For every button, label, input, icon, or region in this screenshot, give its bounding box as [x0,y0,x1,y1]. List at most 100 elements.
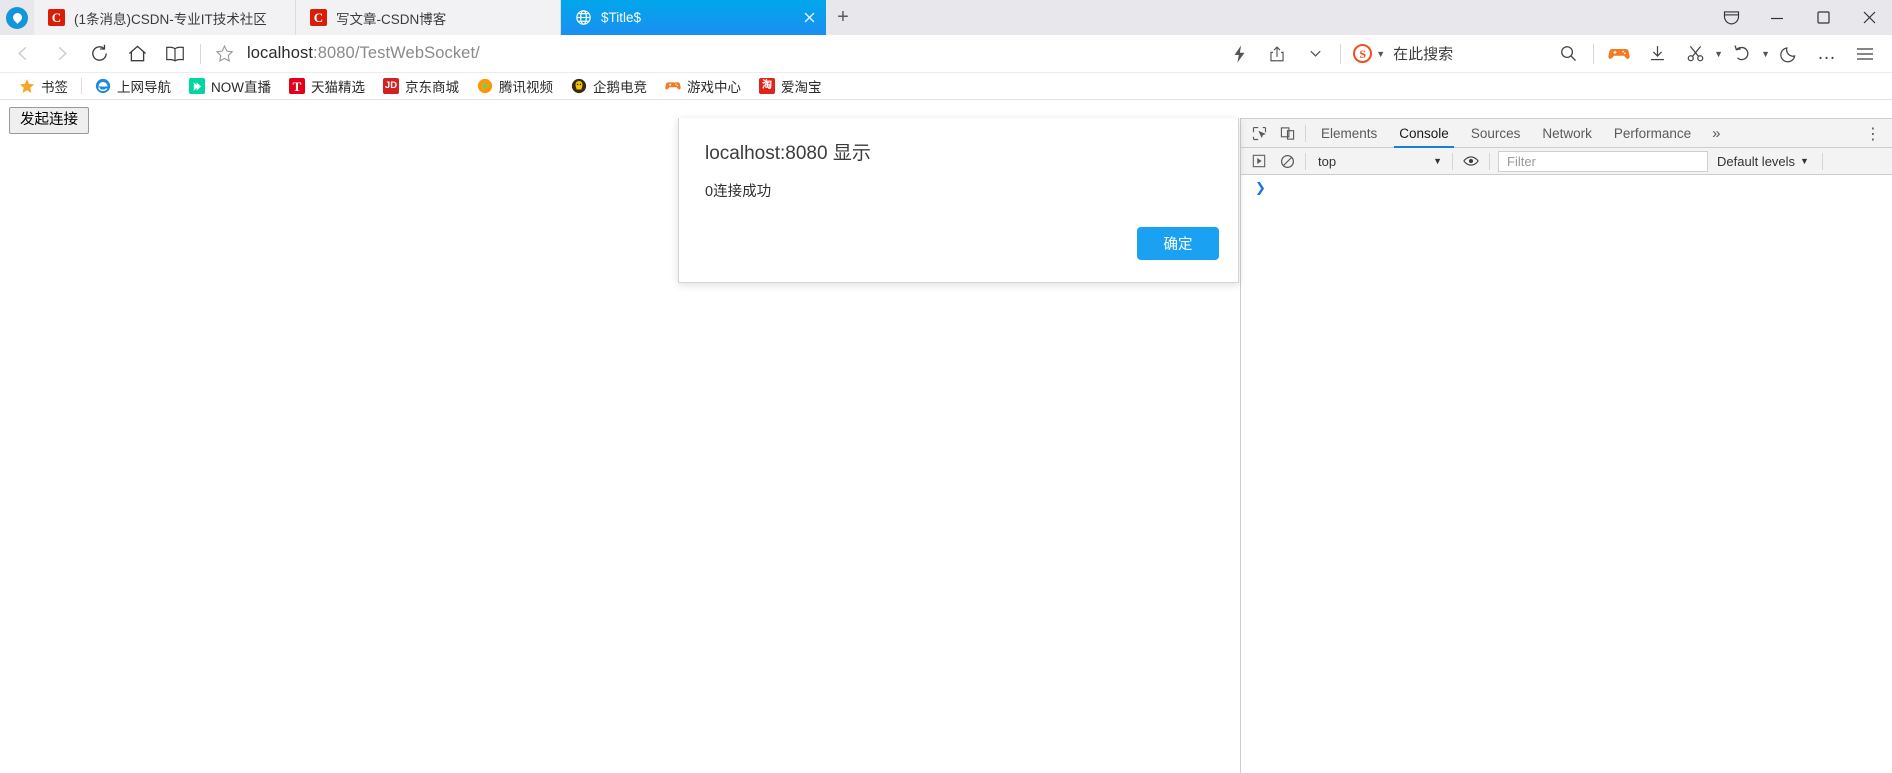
device-toolbar-icon[interactable] [1273,120,1301,146]
devtools-tab-performance[interactable]: Performance [1603,119,1702,148]
night-mode-moon-icon[interactable] [1770,37,1808,70]
bookmark-label: 书签 [41,80,68,95]
bookmark-item-penguin-esports[interactable]: 企鹅电竞 [562,74,656,98]
chevron-down-icon: ▼ [1433,156,1442,166]
url-path: :8080/TestWebSocket/ [313,44,480,62]
close-button[interactable] [1846,0,1892,35]
restore-session-icon[interactable] [1708,0,1754,35]
download-icon[interactable] [1638,37,1676,70]
inspect-element-icon[interactable] [1245,120,1273,146]
address-bar-actions: S ▼ 在此搜索 ▼ ▼ … [1220,37,1884,70]
forward-arrow-icon[interactable] [42,37,80,70]
browser-tab-1[interactable]: C (1条消息)CSDN-专业IT技术社区 [34,0,296,35]
taobao-icon: 淘 [759,78,775,94]
chevron-down-icon[interactable] [1296,37,1334,70]
more-options-icon[interactable]: … [1808,37,1846,70]
console-prompt[interactable]: ❯ [1241,177,1892,194]
star-icon [19,78,35,94]
bookmark-label: NOW直播 [211,80,271,95]
initiate-connection-button[interactable]: 发起连接 [9,107,89,134]
new-tab-button[interactable]: + [826,0,860,35]
gamepad-icon[interactable] [1600,37,1638,70]
devtools-tab-sources[interactable]: Sources [1460,119,1532,148]
reload-icon[interactable] [80,37,118,70]
devtools-kebab-menu-icon[interactable]: ⋮ [1860,119,1886,148]
devtools-divider [1452,152,1453,170]
bookmark-item-itaobao[interactable]: 淘 爱淘宝 [750,74,831,98]
console-filter-input[interactable]: Filter [1498,150,1708,172]
browser-tab-2[interactable]: C 写文章-CSDN博客 [296,0,561,35]
tencent-video-icon [477,78,493,94]
devtools-overflow-icon[interactable]: » [1702,125,1730,142]
tab-strip: C (1条消息)CSDN-专业IT技术社区 C 写文章-CSDN博客 $Titl… [0,0,1892,35]
bookmark-item-game-center[interactable]: 游戏中心 [656,74,750,98]
devtools-divider [1489,152,1490,170]
search-engine-selector[interactable]: S ▼ [1347,44,1385,63]
globe-icon [575,9,592,26]
browser-window: C (1条消息)CSDN-专业IT技术社区 C 写文章-CSDN博客 $Titl… [0,0,1892,773]
csdn-icon: C [310,9,327,26]
bookmark-item-tencent-video[interactable]: 腾讯视频 [468,74,562,98]
csdn-icon: C [48,9,65,26]
chevron-down-icon[interactable]: ▼ [1714,49,1723,59]
console-context-value: top [1318,153,1337,169]
share-icon[interactable] [1258,37,1296,70]
screenshot-scissors-icon[interactable] [1676,37,1714,70]
console-log-level-selector[interactable]: Default levels ▼ [1708,151,1818,172]
log-level-value: Default levels [1717,153,1796,169]
now-icon [189,78,205,94]
chevron-down-icon[interactable]: ▼ [1376,49,1385,59]
address-bar[interactable]: localhost:8080/TestWebSocket/ [207,37,1220,70]
toolbar-divider [1340,43,1342,64]
bookmarks-bar: 书签 上网导航 NOW直播 T 天猫精选 JD 京东商城 腾讯视频 企鹅电竞 游… [0,72,1892,100]
javascript-alert-dialog: localhost:8080 显示 0连接成功 确定 [678,118,1239,283]
sogou-icon: S [1353,44,1373,63]
window-controls [1708,0,1892,35]
close-icon[interactable] [798,7,820,29]
bookmark-label: 爱淘宝 [781,80,822,95]
tmall-icon: T [289,78,305,94]
execute-icon[interactable] [1245,148,1273,174]
bookmark-item-jd[interactable]: JD 京东商城 [374,74,468,98]
penguin-esports-icon [571,78,587,94]
bookmark-label: 企鹅电竞 [593,80,647,95]
browser-tab-3-active[interactable]: $Title$ [561,0,826,35]
minimize-button[interactable] [1754,0,1800,35]
lightning-icon[interactable] [1220,37,1258,70]
devtools-tab-network[interactable]: Network [1531,119,1603,148]
devtools-tab-console[interactable]: Console [1388,119,1460,148]
bookmark-label: 天猫精选 [311,80,365,95]
star-icon[interactable] [207,44,241,63]
search-icon[interactable] [1549,37,1587,70]
console-toolbar: top ▼ Filter Default levels ▼ [1241,148,1892,175]
console-context-selector[interactable]: top ▼ [1310,151,1448,172]
devtools-tab-elements[interactable]: Elements [1310,119,1388,148]
live-expression-eye-icon[interactable] [1457,148,1485,174]
clear-console-icon[interactable] [1273,148,1301,174]
chevron-down-icon[interactable]: ▼ [1761,49,1770,59]
maximize-button[interactable] [1800,0,1846,35]
app-logo[interactable] [0,0,34,35]
dialog-ok-button[interactable]: 确定 [1137,227,1219,260]
tab-title: $Title$ [601,10,642,25]
bookmark-item-shangwangdaohang[interactable]: 上网导航 [86,74,180,98]
search-input[interactable]: 在此搜索 [1393,43,1453,64]
bookmark-item-shuqian[interactable]: 书签 [10,74,77,98]
bookmark-item-tmall[interactable]: T 天猫精选 [280,74,374,98]
toolbar-divider [1593,43,1595,64]
tab-title: 写文章-CSDN博客 [336,11,447,27]
devtools-divider [1305,152,1306,170]
console-output-area[interactable]: ❯ [1241,177,1892,773]
undo-icon[interactable] [1723,37,1761,70]
reading-list-icon[interactable] [156,37,194,70]
home-icon[interactable] [118,37,156,70]
devtools-divider [1821,152,1823,170]
hamburger-menu-icon[interactable] [1846,37,1884,70]
back-arrow-icon[interactable] [4,37,42,70]
bookmark-label: 京东商城 [405,80,459,95]
bookmark-item-now-live[interactable]: NOW直播 [180,74,280,98]
dialog-message: 0连接成功 [705,184,772,200]
toolbar-divider [200,43,201,64]
url-text[interactable]: localhost:8080/TestWebSocket/ [247,44,480,63]
chevron-down-icon: ▼ [1800,156,1809,166]
